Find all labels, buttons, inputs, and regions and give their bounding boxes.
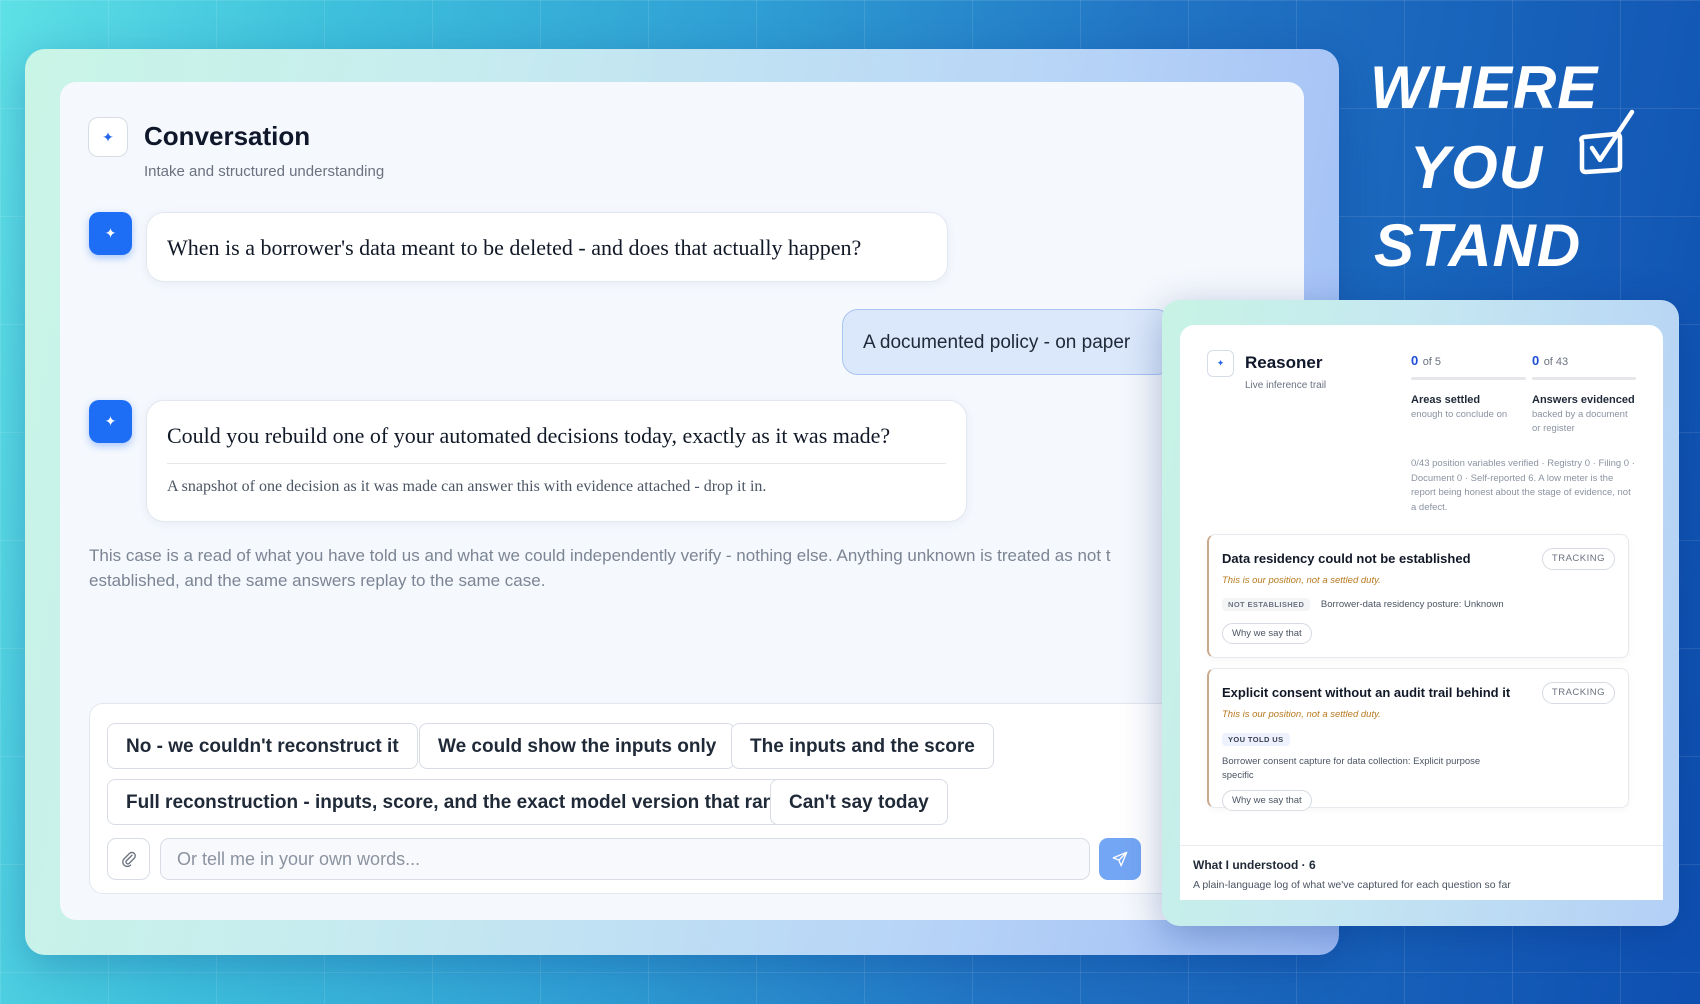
assistant-message: When is a borrower's data meant to be de… (146, 212, 948, 282)
finding-note: This is our position, not a settled duty… (1222, 709, 1381, 720)
stat-value: 0 (1411, 353, 1419, 368)
attach-button[interactable] (107, 838, 150, 880)
understood-title: What I understood · 6 (1193, 858, 1316, 872)
user-message: A documented policy - on paper (842, 309, 1172, 375)
stat-value: 0 (1532, 353, 1540, 368)
headline-line-2: YOU (1410, 134, 1544, 201)
finding-title: Data residency could not be established (1222, 551, 1471, 566)
page-title: Conversation (144, 121, 311, 151)
stat-progress-bar (1532, 377, 1636, 380)
headline-line-3: STAND (1374, 212, 1582, 279)
reasoner-subtitle: Live inference trail (1245, 380, 1327, 391)
question-text: Could you rebuild one of your automated … (167, 423, 891, 448)
assistant-message: Could you rebuild one of your automated … (146, 400, 967, 522)
sparkle-icon[interactable]: ✦ (1207, 350, 1234, 377)
assistant-avatar: ✦ (89, 400, 132, 443)
understood-log[interactable]: What I understood · 6 A plain-language l… (1180, 845, 1663, 900)
stat-total: of 5 (1422, 356, 1442, 368)
finding-detail: Borrower consent capture for data collec… (1222, 756, 1481, 781)
understood-subtitle: A plain-language log of what we've captu… (1193, 879, 1511, 891)
option-chip[interactable]: Can't say today (770, 779, 948, 825)
option-chip[interactable]: We could show the inputs only (419, 723, 736, 769)
status-badge: TRACKING (1541, 682, 1615, 704)
checkbox-icon (1579, 109, 1635, 175)
position-note: 0/43 position variables verified · Regis… (1411, 458, 1635, 513)
finding-note: This is our position, not a settled duty… (1222, 575, 1381, 586)
option-chip[interactable]: The inputs and the score (731, 723, 994, 769)
sparkle-icon: ✦ (104, 225, 117, 241)
stat-answers-evidenced: 0 of 43 Answers evidenced backed by a do… (1532, 352, 1636, 436)
send-icon (1112, 851, 1128, 867)
question-text: When is a borrower's data meant to be de… (167, 235, 862, 260)
send-button[interactable] (1099, 838, 1141, 880)
option-chip[interactable]: Full reconstruction - inputs, score, and… (107, 779, 794, 825)
why-button[interactable]: Why we say that (1222, 623, 1312, 644)
question-hint: A snapshot of one decision as it was mad… (167, 478, 767, 495)
stat-label: Answers evidenced (1532, 394, 1635, 406)
finding-card: Explicit consent without an audit trail … (1207, 668, 1629, 811)
paperclip-icon (121, 851, 136, 868)
message-input[interactable] (160, 838, 1090, 880)
sparkle-icon[interactable]: ✦ (88, 117, 128, 157)
stat-label: Areas settled (1411, 394, 1481, 406)
page-subtitle: Intake and structured understanding (144, 163, 385, 180)
divider (167, 463, 946, 464)
headline-line-1: WHERE (1370, 54, 1599, 121)
assistant-avatar: ✦ (89, 212, 132, 255)
stat-total: of 43 (1543, 356, 1569, 368)
sparkle-icon: ✦ (104, 413, 117, 429)
scroll-fade (1180, 805, 1663, 845)
status-badge: TRACKING (1541, 548, 1615, 570)
finding-card: Data residency could not be established … (1207, 534, 1629, 658)
option-chip[interactable]: No - we couldn't reconstruct it (107, 723, 418, 769)
stat-description: enough to conclude on (1411, 409, 1508, 420)
stat-areas-settled: 0 of 5 Areas settled enough to conclude … (1411, 352, 1526, 422)
evidence-badge: NOT ESTABLISHED (1222, 598, 1311, 611)
evidence-badge: YOU TOLD US (1222, 733, 1290, 746)
disclaimer-text: This case is a read of what you have tol… (89, 546, 1111, 590)
finding-title: Explicit consent without an audit trail … (1222, 685, 1511, 700)
stat-progress-bar (1411, 377, 1526, 380)
reasoner-title: Reasoner (1245, 353, 1323, 372)
finding-detail: Borrower-data residency posture: Unknown (1320, 599, 1504, 610)
stat-description: backed by a document or register (1532, 409, 1628, 434)
